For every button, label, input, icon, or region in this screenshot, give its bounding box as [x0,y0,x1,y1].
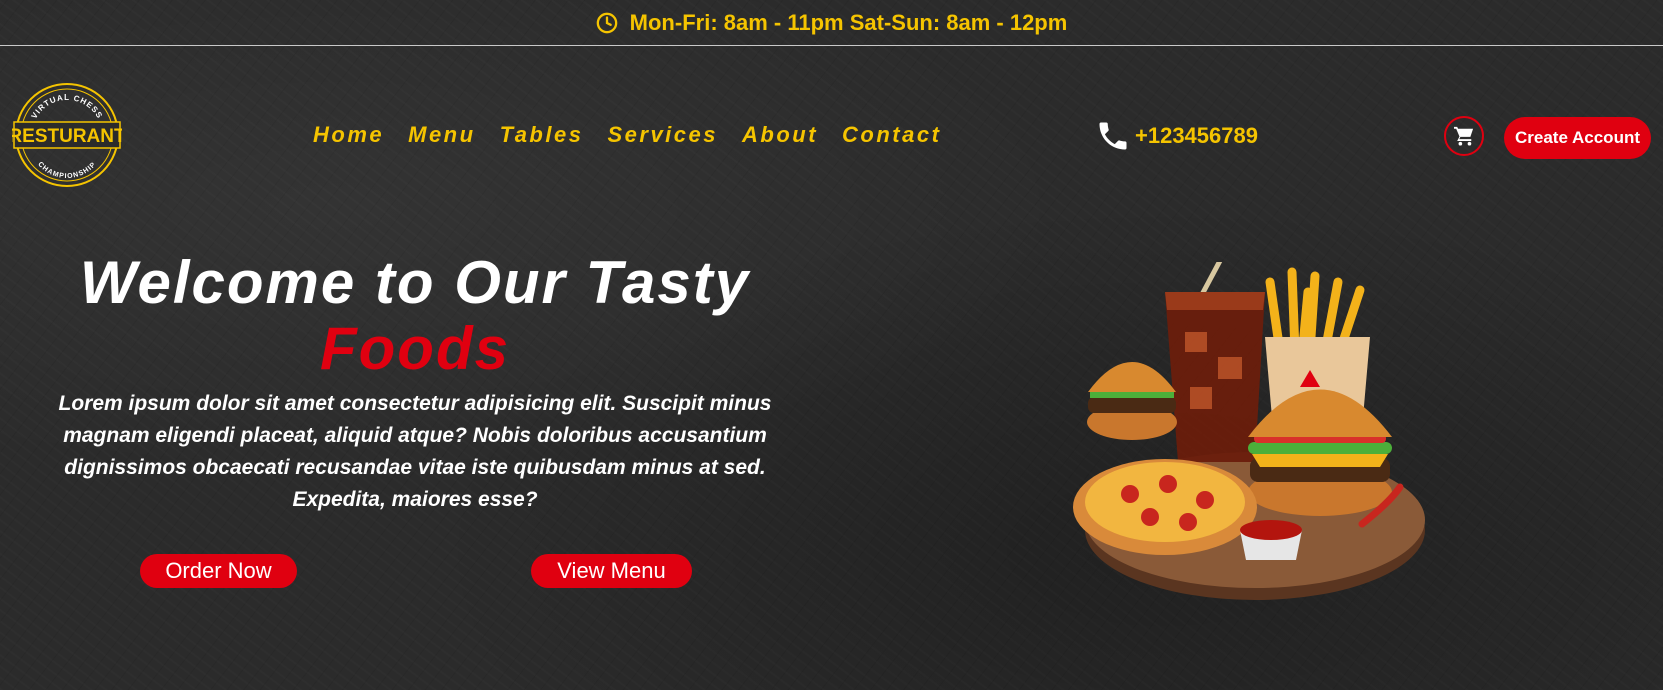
phone-contact[interactable]: +123456789 [1095,118,1258,154]
order-now-button[interactable]: Order Now [140,554,297,588]
hero-section: Welcome to Our Tasty Foods Lorem ipsum d… [50,250,780,516]
nav-tables[interactable]: Tables [500,122,584,148]
burger-right-image [1248,389,1392,516]
nav-about[interactable]: About [742,122,818,148]
hero-title-accent: Foods [320,315,510,382]
create-account-button[interactable]: Create Account [1504,117,1651,159]
main-nav: Home Menu Tables Services About Contact [313,122,941,148]
opening-hours: Mon-Fri: 8am - 11pm Sat-Sun: 8am - 12pm [629,9,1068,35]
view-menu-button[interactable]: View Menu [531,554,692,588]
hero-description: Lorem ipsum dolor sit amet consectetur a… [58,392,772,511]
hours-bar: Mon-Fri: 8am - 11pm Sat-Sun: 8am - 12pm [0,0,1663,46]
logo-bottom-text: CHAMPIONSHIP [36,161,96,180]
soda-cup-image [1165,255,1265,462]
phone-icon [1099,122,1127,150]
phone-number: +123456789 [1135,123,1258,148]
food-platter-image [1070,255,1430,607]
hero-title-main: Welcome to Our Tasty [79,249,751,316]
burger-left-image [1087,362,1177,440]
ketchup-cup-image [1240,520,1302,560]
cart-button[interactable] [1444,116,1484,156]
nav-home[interactable]: Home [313,122,384,148]
svg-text:CHAMPIONSHIP: CHAMPIONSHIP [36,161,97,180]
restaurant-logo[interactable]: VIRTUAL CHESS RESTURANT CHAMPIONSHIP [8,82,126,188]
cart-icon [1454,126,1474,146]
logo-main-text: RESTURANT [12,126,122,147]
clock-icon [596,12,617,33]
nav-contact[interactable]: Contact [842,122,941,148]
hero-title: Welcome to Our Tasty Foods [50,250,780,382]
nav-services[interactable]: Services [607,122,718,148]
nav-menu[interactable]: Menu [408,122,475,148]
pizza-image [1073,459,1257,555]
